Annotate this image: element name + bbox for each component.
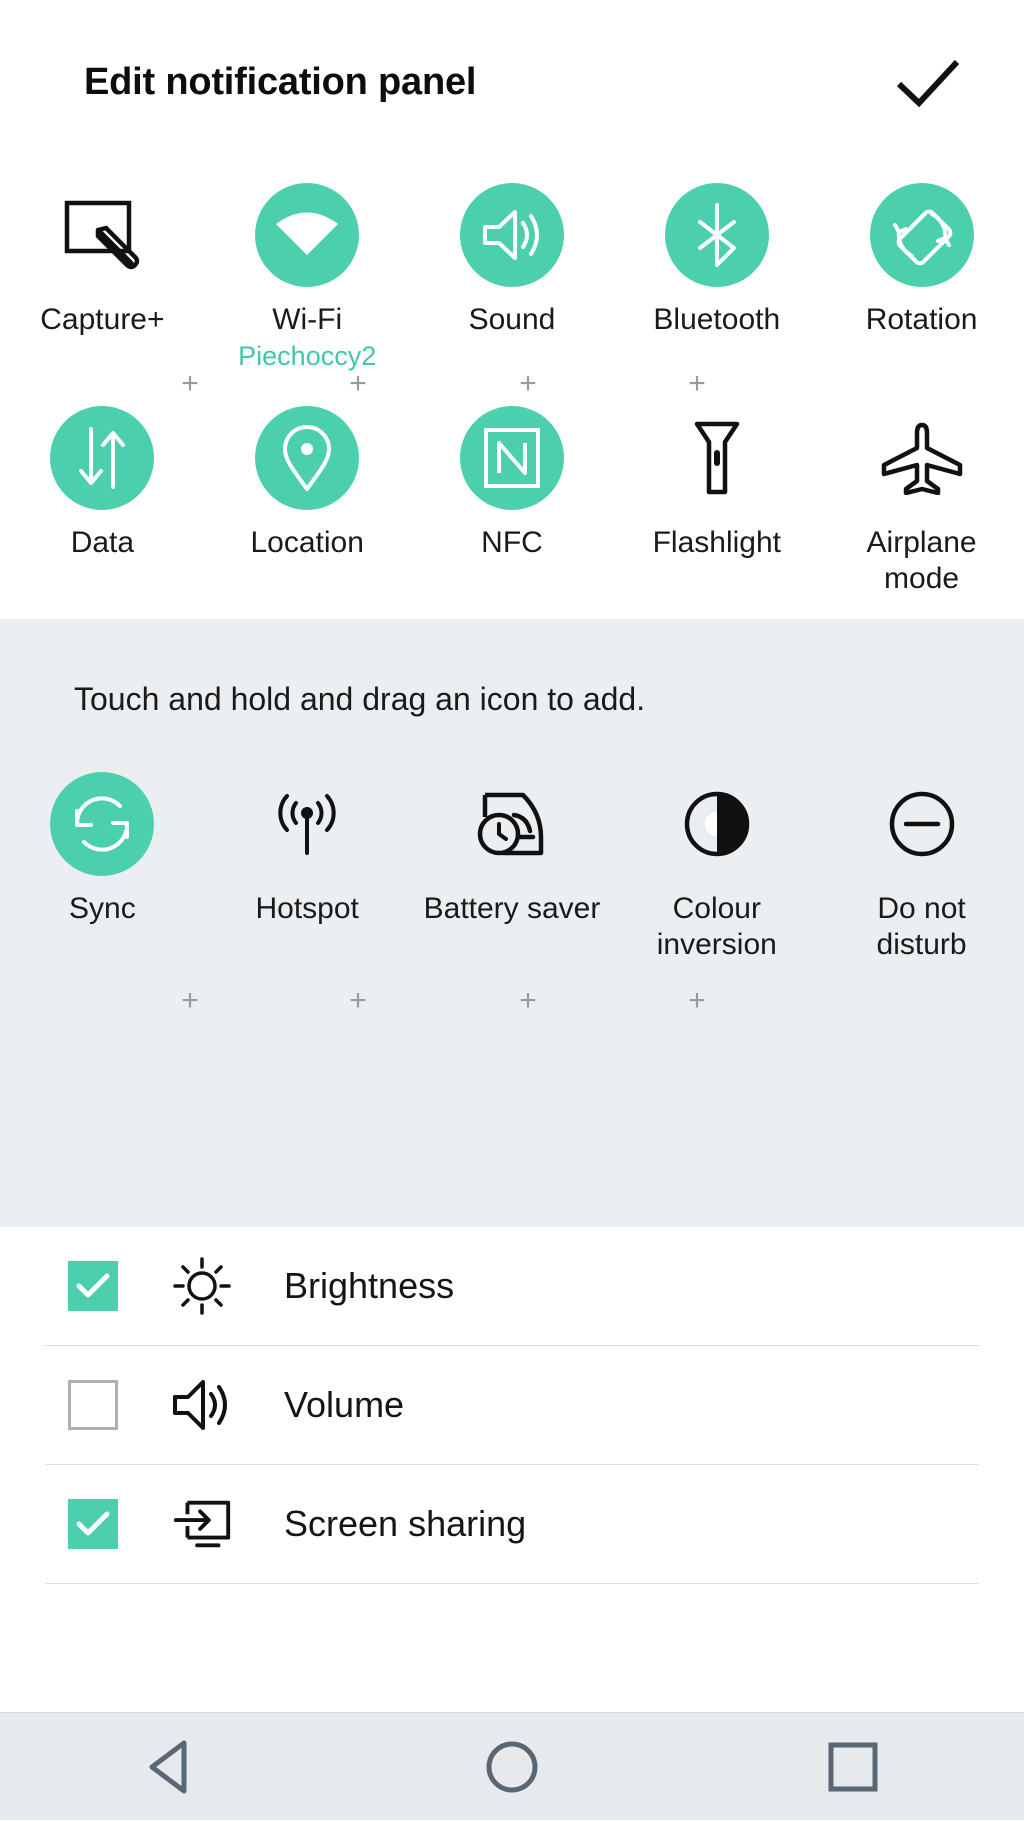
tile-bluetooth[interactable]: Bluetooth bbox=[614, 183, 819, 338]
tile-label: Rotation bbox=[865, 303, 978, 336]
tile-colour-inversion[interactable]: Colour inversion bbox=[614, 772, 819, 963]
tile-label: NFC bbox=[481, 526, 543, 559]
volume-icon bbox=[170, 1373, 234, 1437]
active-tiles-row-2: Data Location NFC Flashlight Airplane mo… bbox=[0, 406, 1024, 597]
tile-label: Data bbox=[70, 526, 135, 559]
list-divider bbox=[45, 1583, 979, 1584]
tile-label: Battery saver bbox=[423, 892, 601, 925]
page-title: Edit notification panel bbox=[84, 61, 477, 103]
drag-hint-text: Touch and hold and drag an icon to add. bbox=[74, 681, 646, 717]
tile-capture-plus[interactable]: Capture+ bbox=[0, 183, 205, 338]
tile-label: Capture+ bbox=[40, 303, 165, 336]
drop-target-markers-available: + + + + bbox=[0, 984, 1024, 1017]
check-icon bbox=[76, 1273, 110, 1298]
available-tiles-row: Sync Hotspot Battery saver Colour invers… bbox=[0, 772, 1024, 963]
hotspot-icon bbox=[255, 772, 359, 876]
tile-flashlight[interactable]: Flashlight bbox=[614, 406, 819, 561]
tile-airplane-mode[interactable]: Airplane mode bbox=[819, 406, 1024, 597]
list-item-volume[interactable]: Volume bbox=[0, 1346, 1024, 1464]
tile-label: Flashlight bbox=[652, 526, 781, 559]
nfc-icon bbox=[459, 406, 564, 510]
list-item-label: Volume bbox=[284, 1384, 405, 1425]
screen-sharing-icon bbox=[170, 1492, 234, 1556]
tile-data[interactable]: Data bbox=[0, 406, 205, 561]
tile-label: Wi-Fi bbox=[272, 303, 343, 336]
tile-do-not-disturb[interactable]: Do not disturb bbox=[819, 772, 1024, 963]
tile-sound[interactable]: Sound bbox=[410, 183, 615, 338]
tile-hotspot[interactable]: Hotspot bbox=[205, 772, 410, 927]
drop-target-markers-row1: + + + + bbox=[0, 367, 1024, 400]
tile-rotation[interactable]: Rotation bbox=[819, 183, 1024, 338]
tile-sync[interactable]: Sync bbox=[0, 772, 205, 927]
tile-wifi[interactable]: Wi-Fi Piechoccy2 bbox=[205, 183, 410, 372]
toggle-list-section: Brightness Volume Screen sharing bbox=[0, 1227, 1024, 1584]
flashlight-icon bbox=[665, 406, 769, 510]
brightness-icon bbox=[170, 1254, 234, 1318]
plus-marker: + bbox=[181, 984, 199, 1017]
location-icon bbox=[255, 406, 360, 510]
plus-marker: + bbox=[181, 367, 199, 400]
capture-plus-icon bbox=[50, 183, 154, 287]
tile-location[interactable]: Location bbox=[205, 406, 410, 561]
plus-marker: + bbox=[349, 984, 367, 1017]
list-item-label: Brightness bbox=[284, 1265, 455, 1306]
tile-battery-saver[interactable]: Battery saver bbox=[410, 772, 615, 927]
list-item-screen-sharing[interactable]: Screen sharing bbox=[0, 1465, 1024, 1583]
home-circle-icon bbox=[486, 1741, 538, 1792]
tile-label: Airplane mode bbox=[866, 526, 977, 595]
active-tiles-section: Capture+ Wi-Fi Piechoccy2 Sound Bluetoot… bbox=[0, 165, 1024, 619]
system-navigation-bar bbox=[0, 1712, 1024, 1820]
bluetooth-icon bbox=[664, 183, 769, 287]
active-tiles-row-1: Capture+ Wi-Fi Piechoccy2 Sound Bluetoot… bbox=[0, 165, 1024, 372]
airplane-icon bbox=[870, 406, 974, 510]
wifi-icon bbox=[255, 183, 360, 287]
nav-back-button[interactable] bbox=[96, 1713, 246, 1821]
list-item-brightness[interactable]: Brightness bbox=[0, 1227, 1024, 1345]
nav-recents-button[interactable] bbox=[778, 1713, 928, 1821]
tile-label: Do not disturb bbox=[876, 892, 967, 961]
check-icon bbox=[896, 59, 960, 107]
done-button[interactable] bbox=[890, 45, 966, 121]
plus-marker: + bbox=[519, 984, 537, 1017]
do-not-disturb-icon bbox=[870, 772, 974, 876]
list-item-label: Screen sharing bbox=[284, 1503, 527, 1544]
sync-icon bbox=[50, 772, 155, 876]
brightness-checkbox[interactable] bbox=[68, 1261, 118, 1311]
tile-label: Sync bbox=[69, 892, 136, 925]
sound-icon bbox=[459, 183, 564, 287]
tile-label: Location bbox=[250, 526, 364, 559]
plus-marker: + bbox=[688, 367, 706, 400]
plus-marker: + bbox=[519, 367, 537, 400]
rotation-icon bbox=[869, 183, 974, 287]
tile-label: Colour inversion bbox=[656, 892, 777, 961]
recents-square-icon bbox=[828, 1742, 878, 1791]
data-icon bbox=[50, 406, 155, 510]
plus-marker: + bbox=[688, 984, 706, 1017]
tile-label: Hotspot bbox=[255, 892, 359, 925]
check-icon bbox=[76, 1511, 110, 1536]
tile-label: Bluetooth bbox=[653, 303, 781, 336]
back-triangle-icon bbox=[149, 1740, 187, 1793]
tile-nfc[interactable]: NFC bbox=[410, 406, 615, 561]
plus-marker: + bbox=[349, 367, 367, 400]
page-header: Edit notification panel bbox=[0, 0, 1024, 165]
colour-inversion-icon bbox=[665, 772, 769, 876]
tile-label: Sound bbox=[468, 303, 556, 336]
nav-home-button[interactable] bbox=[437, 1713, 587, 1821]
available-tiles-section: Touch and hold and drag an icon to add. … bbox=[0, 619, 1024, 1227]
screen-sharing-checkbox[interactable] bbox=[68, 1499, 118, 1549]
volume-checkbox[interactable] bbox=[68, 1380, 118, 1430]
battery-saver-icon bbox=[460, 772, 564, 876]
